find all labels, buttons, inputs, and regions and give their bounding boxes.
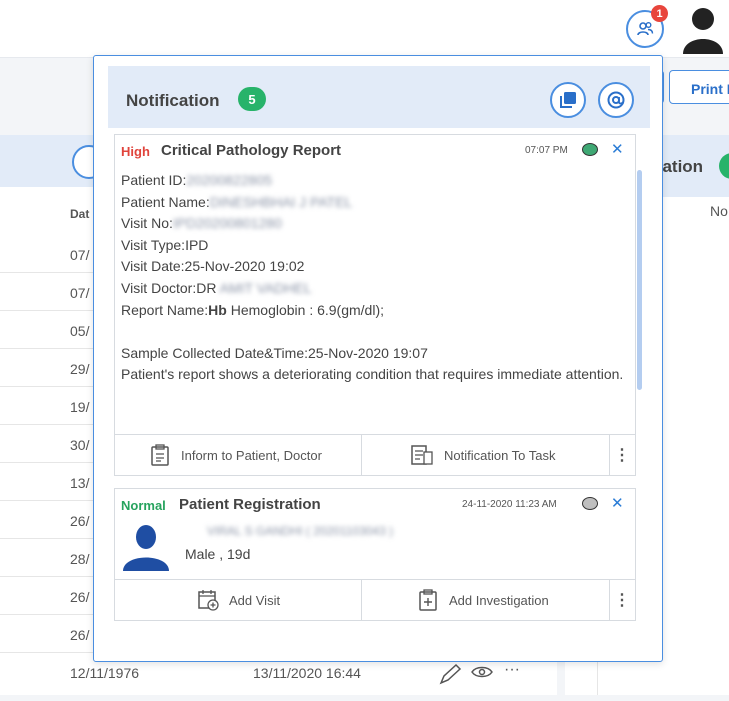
alert-message: Patient's report shows a deteriorating c… [121,366,624,383]
inform-button[interactable]: Inform to Patient, Doctor [149,435,322,475]
status-dot [582,497,598,510]
status-dot [582,143,598,156]
add-visit-button[interactable]: Add Visit [197,580,280,620]
notification-to-task-button[interactable]: Notification To Task [410,435,556,475]
at-sign-icon [607,91,625,109]
card-actions: Add Visit Add Investigation ⋮ [115,579,635,620]
sample-collected: Sample Collected Date&Time:25-Nov-2020 1… [121,344,428,361]
more-options-icon[interactable]: ⋮ [609,435,635,475]
card-actions: Inform to Patient, Doctor Notification T… [115,434,635,475]
birth-date-cell: 12/11/1976 [70,665,140,681]
notification-count-badge: 1 [651,5,668,22]
edit-icon[interactable] [438,663,462,690]
notification-card-registration[interactable]: Normal Patient Registration 24-11-2020 1… [114,488,636,621]
task-list-icon [411,445,433,465]
calendar-add-icon [198,590,219,611]
card-title: Patient Registration [179,496,321,513]
layers-icon [560,92,576,108]
card-title: Critical Pathology Report [161,142,342,159]
column-header-date: Dat [70,207,90,221]
close-icon[interactable]: ✕ [611,140,624,158]
collapse-all-button[interactable] [550,82,586,118]
user-avatar[interactable] [680,4,726,54]
user-icon [683,8,723,54]
notification-popup: Notification 5 High Critical Pathology R… [93,55,663,662]
add-investigation-button[interactable]: Add Investigation [417,580,549,620]
clipboard-icon [151,444,169,466]
right-panel-badge [719,153,729,179]
popup-header: Notification 5 [108,66,650,128]
card-time: 24-11-2020 11:23 AM [462,499,557,510]
person-icon [123,525,169,571]
priority-label: Normal [121,498,166,513]
patient-name: VIRAL S GANDHI ( 20201103043 ) [207,524,394,538]
popup-title: Notification [126,91,220,110]
settings-button[interactable] [598,82,634,118]
divider [361,580,362,620]
top-bar [0,0,729,58]
users-icon [637,22,654,36]
close-icon[interactable]: ✕ [611,494,624,512]
visit-type: Visit Type:IPD [121,236,209,253]
card-time: 07:07 PM [525,145,568,156]
clipboard-add-icon [419,589,437,611]
print-button[interactable]: Print I [669,70,729,104]
view-icon[interactable] [471,665,493,684]
card-body: Patient ID:20200822805 Patient Name:DINE… [121,170,626,386]
right-panel-text: No [710,203,728,219]
more-icon[interactable]: ··· [504,661,520,679]
visit-datetime-cell: 13/11/2020 16:44 [253,665,361,681]
priority-label: High [121,144,150,159]
scrollbar[interactable] [637,170,642,390]
notification-card-critical[interactable]: High Critical Pathology Report 07:07 PM … [114,134,642,476]
patient-gender-age: Male , 19d [185,546,251,562]
divider [361,435,362,475]
notification-total-badge: 5 [238,87,266,111]
patient-avatar [121,523,171,571]
patient-id-value: 20200822805 [186,172,273,188]
visit-date: Visit Date:25-Nov-2020 19:02 [121,258,305,275]
visit-no-value: IPD20200801280 [172,215,282,232]
patient-name-value: DINESHBHAI J PATEL [209,193,353,210]
visit-doctor-value: AMIT VADHEL [219,279,312,296]
more-options-icon[interactable]: ⋮ [609,580,635,620]
